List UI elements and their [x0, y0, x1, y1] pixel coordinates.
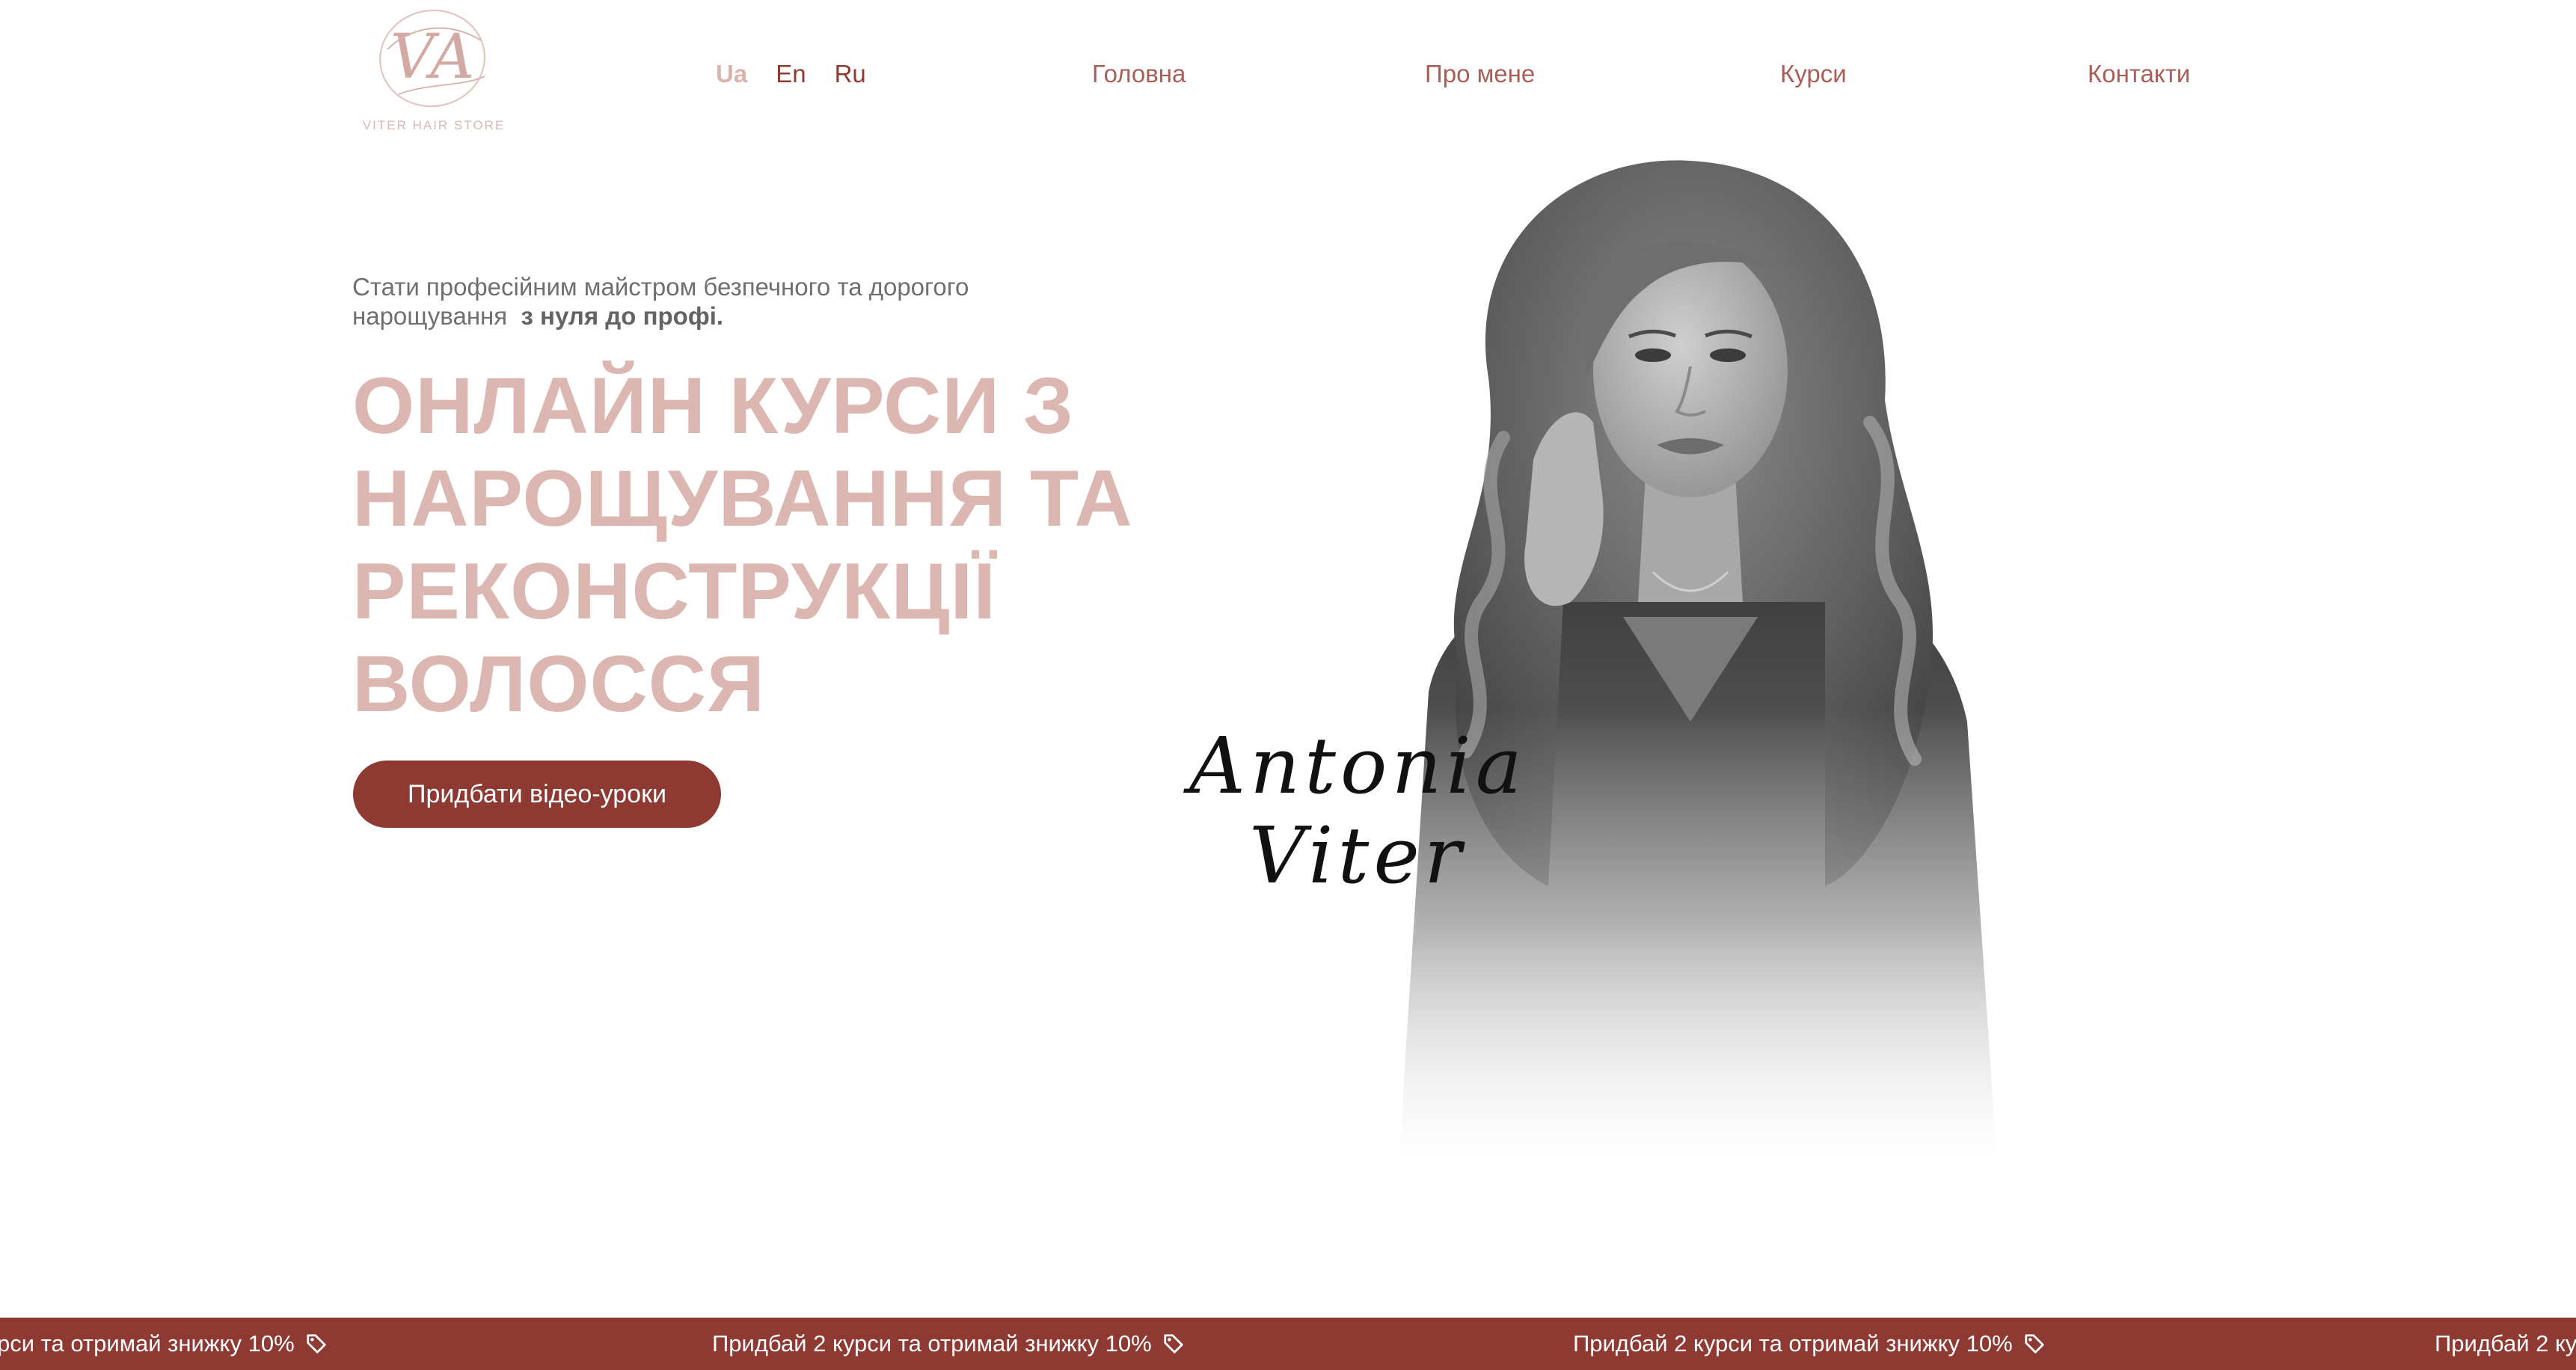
- nav-courses[interactable]: Курси: [1780, 60, 1847, 88]
- promo-marquee[interactable]: рси та отримай знижку 10% Придбай 2 курс…: [0, 1318, 2576, 1370]
- site-logo[interactable]: VA VITER HAIR STORE: [352, 4, 516, 138]
- hero-subtitle: Стати професійним майстром безпечного та…: [352, 272, 1085, 331]
- portrait-image: [1399, 160, 1997, 1163]
- lang-en[interactable]: En: [776, 60, 806, 88]
- signature-image: Antonia Viter: [1183, 720, 1527, 901]
- hero-title-line: НАРОЩУВАННЯ ТА: [352, 453, 1133, 543]
- logo-text: VITER HAIR STORE: [362, 118, 506, 132]
- nav-contacts[interactable]: Контакти: [2088, 60, 2190, 88]
- promo-item: Придбай 2 курси та отримай знижку 10%: [712, 1318, 1185, 1370]
- promo-item: Придбай 2 ку: [2435, 1318, 2576, 1370]
- hero-subtitle-bold: з нуля до профі.: [521, 302, 724, 330]
- nav-about[interactable]: Про мене: [1425, 60, 1535, 88]
- lang-ua[interactable]: Ua: [716, 60, 747, 88]
- promo-item: рси та отримай знижку 10%: [0, 1318, 328, 1370]
- logo-monogram-icon: VA: [379, 9, 485, 108]
- tag-icon: [307, 1334, 326, 1354]
- hero-title-line: ОНЛАЙН КУРСИ З: [352, 360, 1074, 450]
- hero-title: ОНЛАЙН КУРСИ З НАРОЩУВАННЯ ТА РЕКОНСТРУК…: [352, 359, 1287, 730]
- hero-title-line: ВОЛОССЯ: [352, 639, 765, 728]
- landing-page: VA VITER HAIR STORE Ua En Ru Головна Про…: [0, 0, 2576, 1370]
- promo-text: Придбай 2 курси та отримай знижку 10%: [712, 1330, 1152, 1357]
- promo-text: Придбай 2 курси та отримай знижку 10%: [1573, 1330, 2013, 1357]
- promo-text: рси та отримай знижку 10%: [0, 1330, 295, 1357]
- signature-first: Antonia: [1183, 720, 1527, 811]
- language-switcher: Ua En Ru: [716, 60, 866, 88]
- promo-text: Придбай 2 ку: [2435, 1330, 2576, 1357]
- lang-ru[interactable]: Ru: [835, 60, 866, 88]
- tag-icon: [1164, 1334, 1183, 1354]
- tag-icon: [2025, 1334, 2044, 1354]
- hero-title-line: РЕКОНСТРУКЦІЇ: [352, 546, 996, 636]
- nav-home[interactable]: Головна: [1092, 60, 1186, 88]
- signature-last: Viter: [1249, 810, 1466, 901]
- buy-video-lessons-button[interactable]: Придбати відео-уроки: [353, 761, 721, 828]
- promo-item: Придбай 2 курси та отримай знижку 10%: [1573, 1318, 2046, 1370]
